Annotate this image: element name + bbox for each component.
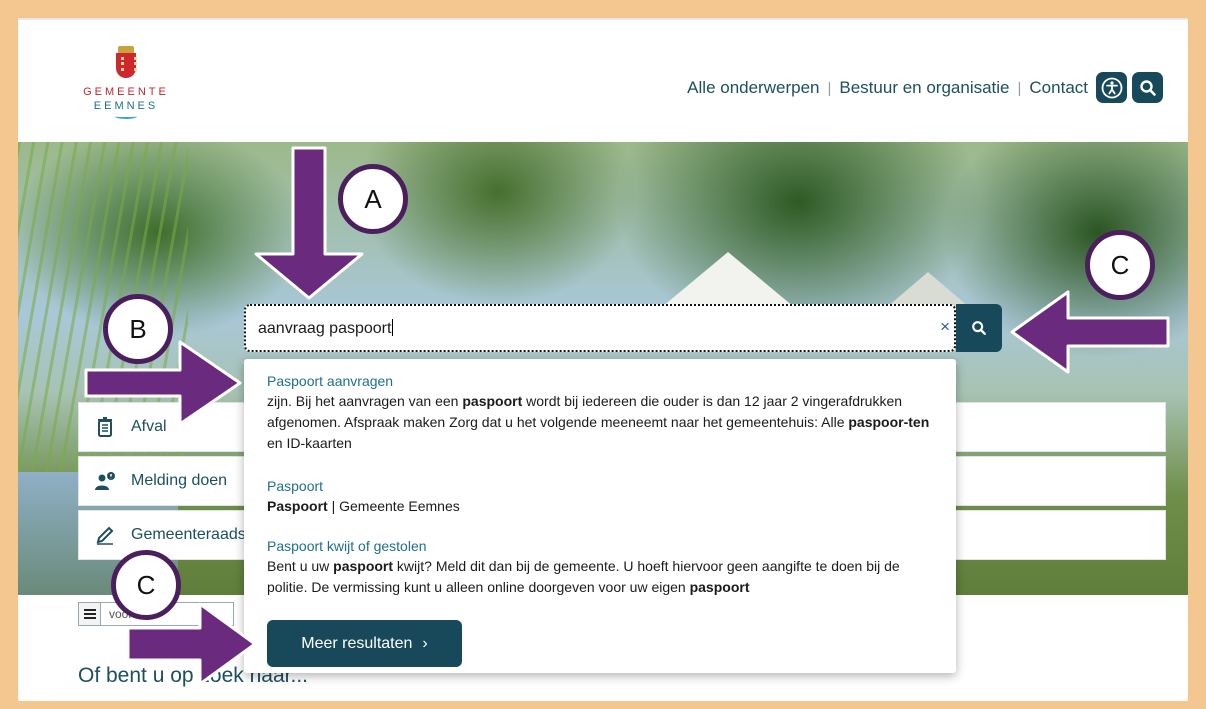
search-input-value[interactable]: aanvraag paspoort <box>258 319 393 338</box>
search-submit-button[interactable] <box>956 304 1002 352</box>
search-suggestions: Paspoort aanvragen zijn. Bij het aanvrag… <box>244 359 956 673</box>
chevron-right-icon: › <box>422 634 428 652</box>
site-header: GEMEENTE EEMNES Alle onderwerpen | Bestu… <box>18 18 1188 142</box>
logo-line1: GEMEENTE <box>83 86 169 98</box>
search-input[interactable]: aanvraag paspoort × <box>244 304 956 352</box>
browser-frame: GEMEENTE EEMNES Alle onderwerpen | Bestu… <box>18 18 1188 701</box>
top-navigation: Alle onderwerpen | Bestuur en organisati… <box>687 78 1088 98</box>
nav-separator: | <box>1017 79 1022 97</box>
search-result[interactable]: Paspoort Paspoort | Gemeente Eemnes <box>267 476 935 517</box>
result-description: Bent u uw paspoort kwijt? Meld dit dan b… <box>267 558 900 595</box>
search-result[interactable]: Paspoort aanvragen zijn. Bij het aanvrag… <box>267 371 935 454</box>
search-icon <box>972 321 986 335</box>
header-search-button[interactable] <box>1132 72 1163 103</box>
result-description: Paspoort | Gemeente Eemnes <box>267 498 460 514</box>
list-icon[interactable] <box>79 603 101 625</box>
search-result[interactable]: Paspoort kwijt of gestolen Bent u uw pas… <box>267 536 935 598</box>
bin-icon <box>79 417 131 437</box>
annotation-label-b: B <box>103 294 173 364</box>
search-icon <box>1139 79 1156 96</box>
nav-bestuur-en-organisatie[interactable]: Bestuur en organisatie <box>839 78 1009 98</box>
annotation-label-c: C <box>1085 230 1155 300</box>
annotation-label-c: C <box>111 550 181 620</box>
nav-alle-onderwerpen[interactable]: Alle onderwerpen <box>687 78 819 98</box>
accessibility-icon <box>1101 77 1122 98</box>
tile-label: Melding doen <box>131 472 228 489</box>
crest-icon <box>115 46 137 80</box>
logo-line2: EEMNES <box>93 100 159 112</box>
accessibility-button[interactable] <box>1096 72 1127 103</box>
nav-contact[interactable]: Contact <box>1029 78 1088 98</box>
annotation-label-a: A <box>338 164 408 234</box>
tile-label: Gemeenteraads <box>131 526 246 543</box>
tile-label: Afval <box>131 418 167 435</box>
more-results-label: Meer resultaten <box>301 634 413 652</box>
edit-icon <box>79 525 131 545</box>
nav-separator: | <box>827 79 832 97</box>
logo-wave <box>115 114 137 119</box>
person-alert-icon <box>79 471 131 491</box>
result-title[interactable]: Paspoort <box>267 476 935 496</box>
result-title[interactable]: Paspoort kwijt of gestolen <box>267 536 935 556</box>
more-results-button[interactable]: Meer resultaten › <box>267 620 462 667</box>
result-description: zijn. Bij het aanvragen van een paspoort… <box>267 393 930 451</box>
result-title[interactable]: Paspoort aanvragen <box>267 371 935 391</box>
close-icon[interactable]: × <box>940 317 950 337</box>
gemeente-logo[interactable]: GEMEENTE EEMNES <box>76 46 176 119</box>
